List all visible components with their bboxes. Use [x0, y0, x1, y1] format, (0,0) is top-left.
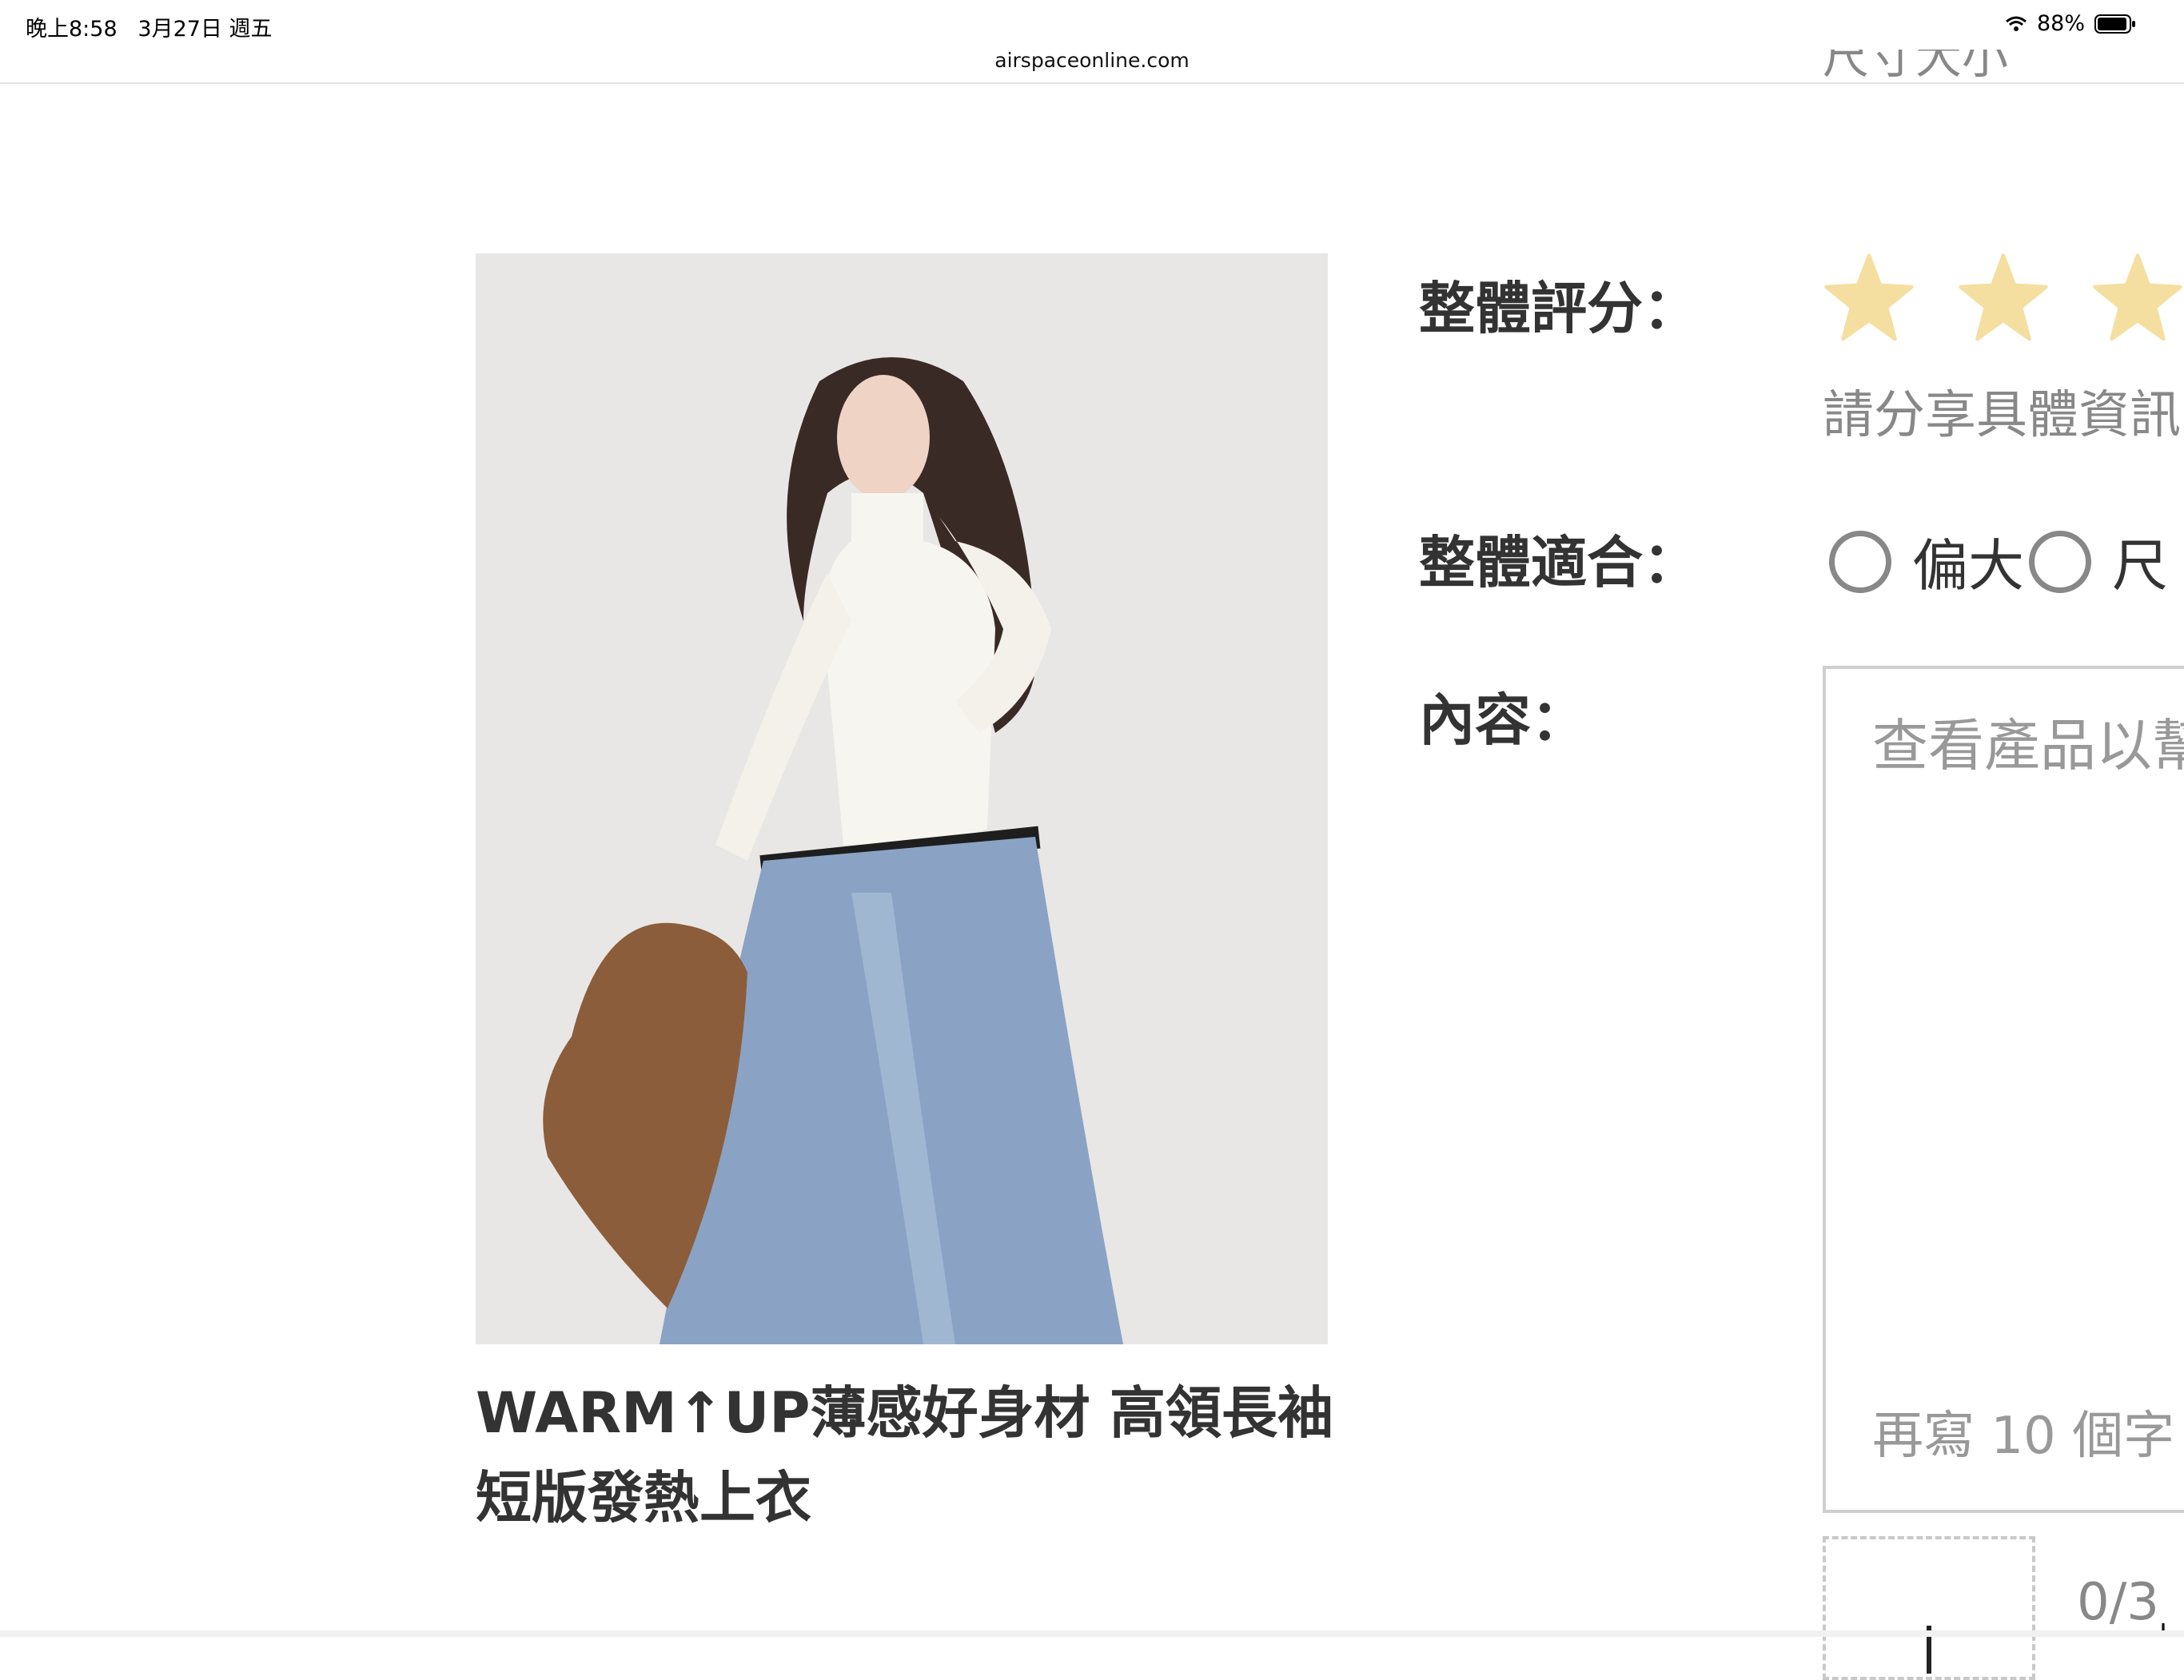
- status-date: 3月27日 週五: [137, 17, 273, 42]
- fit-label: 整體適合：: [1419, 530, 1699, 595]
- wifi-icon: [2005, 15, 2027, 33]
- rating-hint: 請分享具體資訊: [1823, 386, 2181, 445]
- fit-option-size[interactable]: 尺: [2112, 521, 2168, 602]
- upload-count: 0/3: [2077, 1573, 2159, 1632]
- top-cutoff-text: 尺寸大小: [1823, 50, 2184, 98]
- status-time-text: 晚上8:58: [26, 17, 118, 42]
- review-placeholder: 查看產品以幫: [1872, 713, 2184, 778]
- fit-options: 偏大 尺: [1829, 521, 2173, 602]
- image-upload-button[interactable]: [1823, 1536, 2035, 1680]
- battery-percent: 88%: [2036, 11, 2085, 36]
- radio-circle-icon[interactable]: [1829, 530, 1891, 593]
- battery-icon: [2094, 14, 2136, 34]
- status-bar: 晚上8:58 3月27日 週五 88%: [0, 0, 2184, 50]
- fit-option-loose[interactable]: 偏大: [1912, 521, 2024, 602]
- product-title[interactable]: WARM↑UP薄感好身材 高領長袖短版發熱上衣: [476, 1371, 1339, 1540]
- status-indicators: 88%: [2005, 11, 2136, 36]
- product-image: [476, 253, 1328, 1344]
- bottom-edge: [0, 1630, 2184, 1637]
- review-textarea[interactable]: 查看產品以幫 再寫 10 個字: [1823, 666, 2184, 1513]
- star-icon[interactable]: [1957, 252, 2050, 344]
- rating-label: 整體評分：: [1419, 276, 1699, 341]
- status-time: 晚上8:58 3月27日 週五: [26, 11, 273, 42]
- star-icon[interactable]: [1823, 252, 1915, 344]
- top-cutoff-label: 尺寸大小: [1823, 50, 2009, 84]
- char-counter: 再寫 10 個字: [1872, 1407, 2175, 1466]
- content-label: 內容：: [1419, 687, 1587, 753]
- rating-stars[interactable]: [1823, 252, 2184, 344]
- radio-circle-icon[interactable]: [2029, 530, 2091, 593]
- star-icon[interactable]: [2091, 252, 2184, 344]
